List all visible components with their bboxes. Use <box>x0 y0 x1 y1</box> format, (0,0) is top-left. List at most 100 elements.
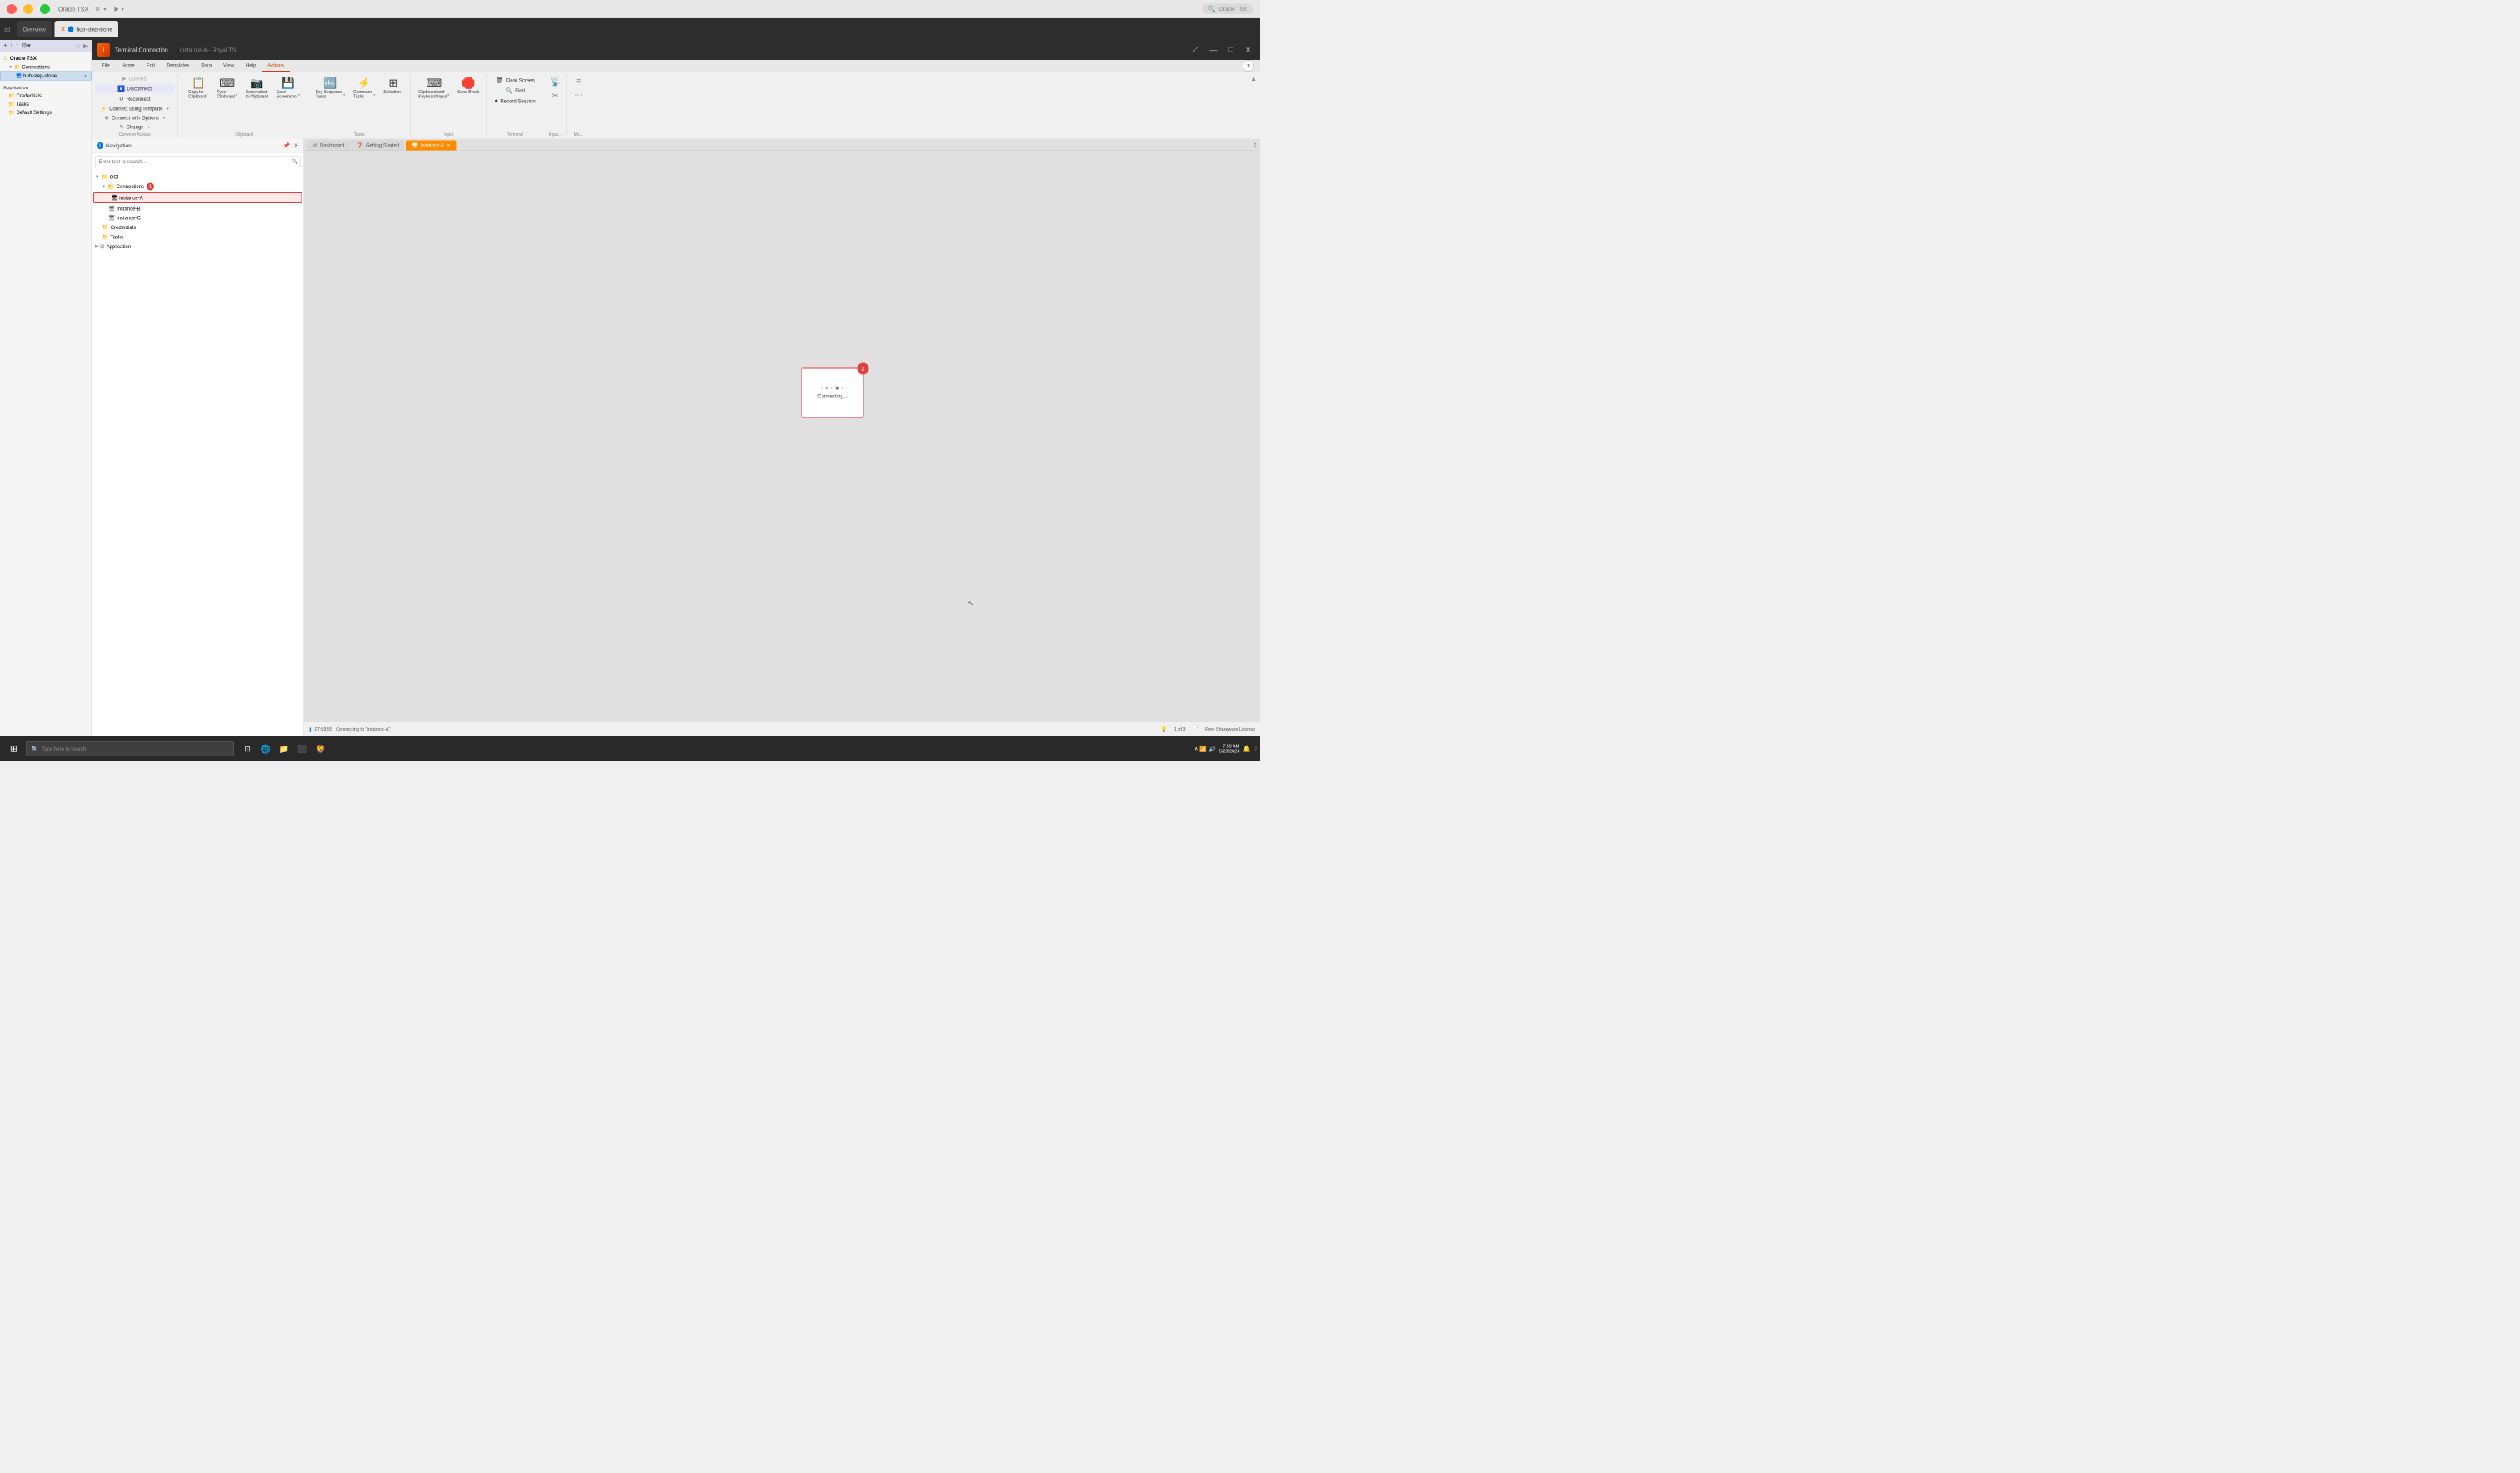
sidebar-item-oracle-tsx[interactable]: ⚠ Oracle TSX <box>0 54 92 63</box>
ribbon-collapse[interactable]: ▲ <box>1250 74 1257 137</box>
tree-item-connections[interactable]: ▼ 📁 Connections 1 <box>92 182 304 192</box>
sidebar-item-connections[interactable]: ▼ 📁 Connections <box>0 63 92 72</box>
ribbon-btn-selection[interactable]: ⊞ Selection ▾ <box>380 76 407 97</box>
sidebar-toolbar-btn1[interactable]: + <box>3 42 8 50</box>
taskbar-network-icon[interactable]: 📶 <box>1199 746 1207 753</box>
sidebar-item-tasks[interactable]: 📁 Tasks <box>0 100 92 108</box>
tab-instance-a-content[interactable]: 🖥 instance-A ✕ <box>406 141 456 151</box>
taskbar-clock[interactable]: 7:59 AM 5/23/2024 <box>1219 744 1239 754</box>
ribbon-btn-input1[interactable]: 📡 <box>548 76 562 89</box>
window-restore-btn[interactable]: □ <box>1225 44 1236 57</box>
sidebar-item-default-settings[interactable]: 📁 Default Settings <box>0 108 92 117</box>
ribbon-btn-send-break[interactable]: 🛑 Send Break <box>454 76 482 97</box>
sidebar-item-application-header[interactable]: Application <box>0 84 92 92</box>
tab-templates[interactable]: Templates <box>161 60 195 72</box>
taskbar-notification-icon[interactable]: 🔔 <box>1242 745 1251 753</box>
sidebar-star-btn[interactable]: ☆ <box>76 42 81 50</box>
ribbon-btn-input2[interactable]: ✂ <box>548 89 562 102</box>
window-close-btn[interactable]: ✕ <box>1241 44 1255 57</box>
sidebar-item-credentials[interactable]: 📁 Credentials <box>0 92 92 100</box>
tab-overview[interactable]: Overview <box>18 21 52 37</box>
tab-file[interactable]: File <box>96 60 116 72</box>
help-button[interactable]: ? <box>1242 60 1254 72</box>
ribbon-btn-copy-clipboard[interactable]: 📋 Copy toClipboard ▾ <box>185 76 212 102</box>
tab-dashboard[interactable]: ⊘ Dashboard <box>308 141 350 151</box>
ribbon-btn-key-sequence[interactable]: 🔤 Key SequenceTasks ▾ <box>312 76 349 102</box>
ribbon-btn-save-screenshot[interactable]: 💾 SaveScreenshot ▾ <box>273 76 303 102</box>
ribbon-btn-type-clipboard[interactable]: ⌨ TypeClipboard ▾ <box>213 76 240 102</box>
mac-minimize-button[interactable] <box>23 4 33 14</box>
instance-a-tab-close[interactable]: ✕ <box>447 143 450 148</box>
taskbar-explorer-btn[interactable]: 📁 <box>276 741 292 757</box>
mac-close-button[interactable] <box>7 4 17 14</box>
ribbon-btn-command-tasks[interactable]: ⚡ CommandTasks ▾ <box>350 76 378 102</box>
save-screenshot-dropdown[interactable]: ▾ <box>298 92 300 97</box>
sidebar-toolbar-btn3[interactable]: ↑ <box>16 42 19 50</box>
command-tasks-dropdown[interactable]: ▾ <box>373 92 375 97</box>
tree-item-creds-nav[interactable]: 📁 Credentials <box>92 222 304 232</box>
mac-dropdown-icon[interactable]: ▾ <box>103 6 106 12</box>
taskbar-volume-icon[interactable]: 🔊 <box>1208 746 1216 753</box>
tree-item-instance-a[interactable]: 🖥 instance-A <box>93 192 302 203</box>
copy-clipboard-dropdown[interactable]: ▾ <box>207 92 208 97</box>
taskbar-search-bar[interactable]: 🔍 Type here to search <box>26 741 234 756</box>
terminal-area[interactable]: 2 Connecting... <box>304 151 1260 722</box>
taskbar-task-view-btn[interactable]: ⊡ <box>239 741 256 757</box>
connect-template-dropdown[interactable]: ▾ <box>167 107 168 112</box>
taskbar-start-button[interactable]: ⊞ <box>3 739 24 760</box>
ribbon-btn-find[interactable]: 🔍 Find <box>492 86 539 96</box>
taskbar-edge-btn[interactable]: 🌐 <box>258 741 274 757</box>
tree-item-oci[interactable]: ▼ 📁 OCI <box>92 172 304 182</box>
mac-maximize-button[interactable] <box>40 4 50 14</box>
taskbar-chevron-icon[interactable]: ∧ <box>1194 746 1198 753</box>
ribbon-btn-disconnect[interactable]: ■ Disconnect <box>95 84 175 93</box>
tab-getting-started[interactable]: ❓ Getting Started <box>351 141 405 151</box>
window-minimize-btn[interactable]: — <box>1206 44 1220 57</box>
ribbon-btn-connect-template[interactable]: ⚡ Connect using Template ▾ <box>95 105 175 113</box>
tab-hub-step-stone[interactable]: ✕ hub-step-stone <box>55 21 118 37</box>
tab-data[interactable]: Data <box>195 60 218 72</box>
change-dropdown[interactable]: ▾ <box>148 125 150 130</box>
mac-gear-icon[interactable]: ⚙ <box>95 6 100 13</box>
tree-item-application-nav[interactable]: ▶ ⊞ Application <box>92 242 304 252</box>
sidebar-toolbar-btn4[interactable]: ⚙▾ <box>22 42 31 50</box>
selection-dropdown[interactable]: ▾ <box>402 91 403 95</box>
nav-panel-close-btn[interactable]: ✕ <box>294 142 299 150</box>
tree-item-tasks-nav[interactable]: 📁 Tasks <box>92 232 304 242</box>
ribbon-btn-reconnect[interactable]: ↺ Reconnect <box>95 94 175 104</box>
ribbon-btn-more1[interactable]: ≡ <box>572 76 585 88</box>
tab-scroll-arrows[interactable]: ▲ ▼ <box>1253 142 1257 149</box>
nav-search-input[interactable] <box>95 157 301 167</box>
tab-edit[interactable]: Edit <box>141 60 161 72</box>
tree-item-instance-b[interactable]: 🖥 instance-B <box>92 204 304 213</box>
tab-home[interactable]: Home <box>116 60 141 72</box>
expand-icon[interactable]: ▲ <box>83 73 88 78</box>
ribbon-btn-clear-screen[interactable]: 🗑 Clear Screen <box>492 76 539 86</box>
ribbon-btn-more2[interactable]: ⋯ <box>572 88 585 102</box>
ribbon-btn-connect-options[interactable]: ⚙ Connect with Options ▾ <box>95 114 175 122</box>
nav-panel-pin-btn[interactable]: 📌 <box>283 142 291 150</box>
tree-item-instance-c[interactable]: 🖥 instance-C <box>92 213 304 222</box>
ribbon-btn-change[interactable]: ✎ Change ▾ <box>95 123 175 132</box>
ribbon-btn-screenshot-clipboard[interactable]: 📷 Screenshotto Clipboard <box>242 76 272 102</box>
mac-window-buttons[interactable] <box>7 4 50 14</box>
tab-actions[interactable]: Actions <box>262 60 290 72</box>
connect-options-dropdown[interactable]: ▾ <box>163 116 165 121</box>
search-label[interactable]: Oracle TSX <box>1219 6 1247 12</box>
tab-help[interactable]: Help <box>240 60 262 72</box>
key-sequence-dropdown[interactable]: ▾ <box>343 92 345 97</box>
ribbon-btn-connect[interactable]: ▶ Connect <box>95 74 175 84</box>
ribbon-btn-record-session[interactable]: ⏺ Record Session <box>492 97 539 107</box>
taskbar-brave-btn[interactable]: 🦁 <box>312 741 329 757</box>
sidebar-play-btn[interactable]: ▶ <box>83 42 88 50</box>
taskbar-terminal-btn[interactable]: ⬛ <box>294 741 311 757</box>
window-expand-btn[interactable]: ⤢ <box>1189 44 1201 57</box>
sidebar-toolbar-btn2[interactable]: ↓ <box>10 42 13 50</box>
sidebar-item-hub-step-stone[interactable]: 🖥 hub-step-stone ▲ <box>0 72 92 81</box>
tab-close-icon[interactable]: ✕ <box>61 26 66 33</box>
tab-view[interactable]: View <box>218 60 240 72</box>
play-icon[interactable]: ▶ <box>114 6 118 13</box>
type-clipboard-dropdown[interactable]: ▾ <box>236 92 238 97</box>
clipboard-keyboard-dropdown[interactable]: ▾ <box>448 92 449 97</box>
play-dropdown-icon[interactable]: ▾ <box>122 6 124 12</box>
